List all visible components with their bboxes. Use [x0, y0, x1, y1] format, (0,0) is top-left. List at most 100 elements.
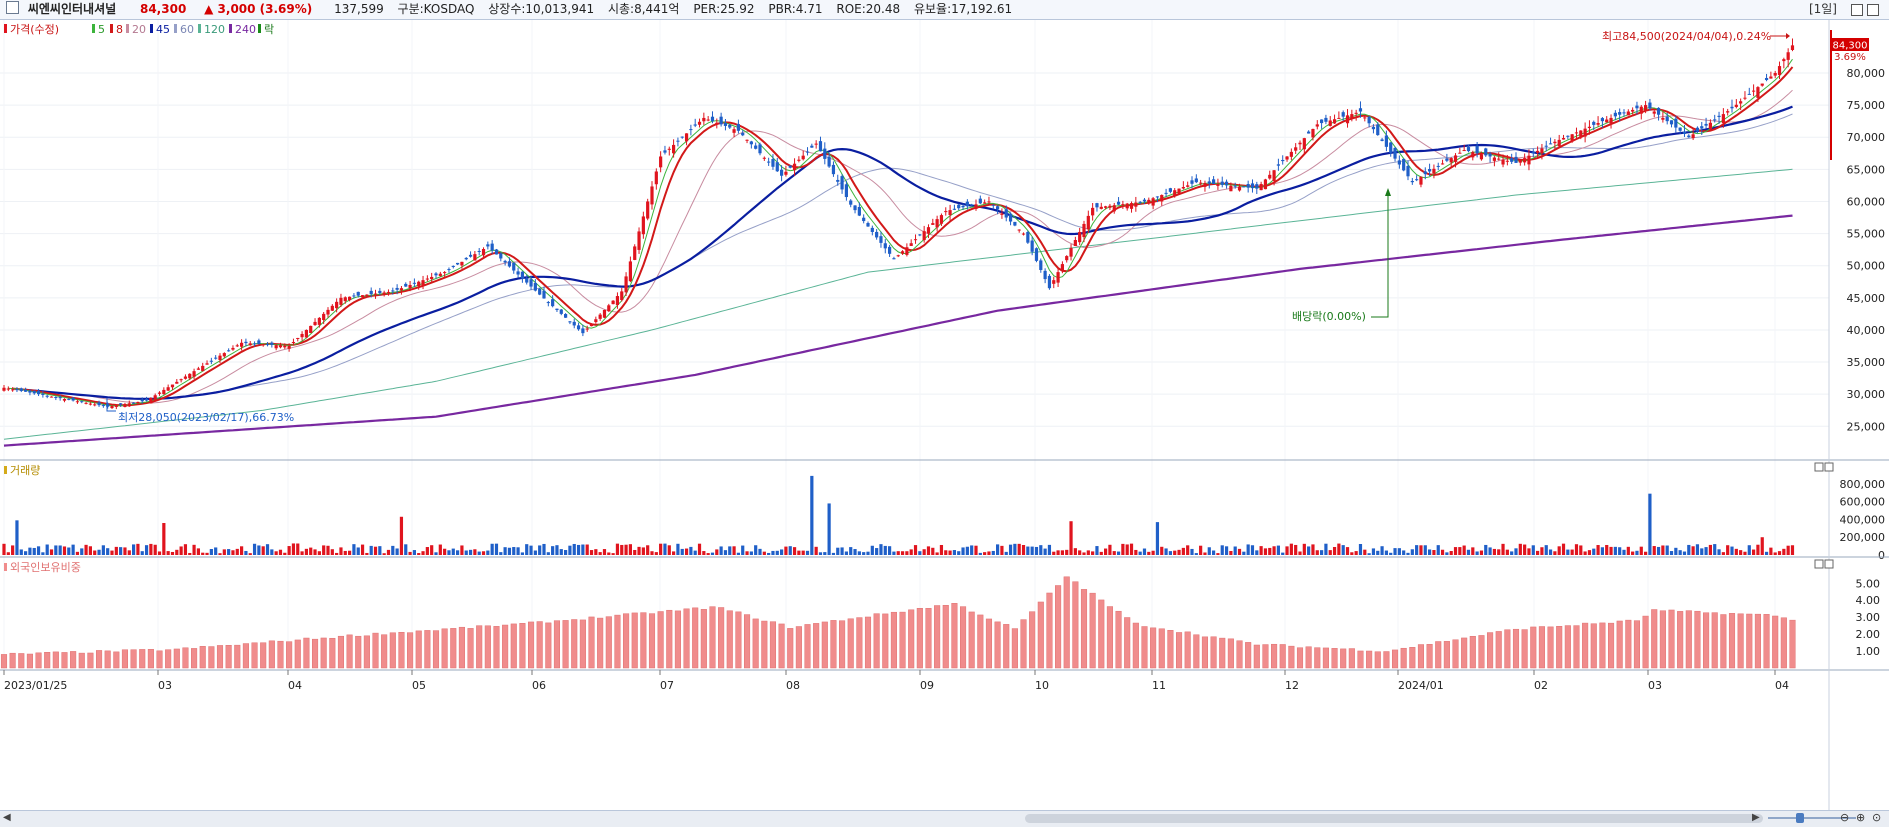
- volume-bar: [1389, 552, 1393, 555]
- foreign-bar: [139, 649, 146, 669]
- candle-body: [1613, 112, 1617, 117]
- candle-body: [1682, 131, 1687, 134]
- volume-bar: [810, 475, 814, 555]
- foreign-bar: [381, 634, 388, 669]
- volume-bar: [1116, 551, 1121, 555]
- zoom-reset-icon[interactable]: ⊙: [1872, 811, 1881, 824]
- candle-body: [1497, 158, 1501, 160]
- zoom-knob[interactable]: [1796, 813, 1804, 823]
- volume-bar: [996, 544, 1000, 555]
- candle-body: [1752, 90, 1756, 92]
- scroll-left-icon[interactable]: ◀: [3, 812, 11, 823]
- zoom-in-icon[interactable]: ⊕: [1856, 811, 1865, 824]
- volume-bar: [1246, 544, 1250, 555]
- volume-bar: [1047, 544, 1052, 555]
- x-axis: 2023/01/25 03 04 05 06 07 08 09 10 11 12 2024/01 02 0…: [3, 670, 1789, 692]
- candle-body: [421, 280, 425, 286]
- volume-bar: [507, 547, 512, 555]
- candle-body: [732, 129, 736, 133]
- candle-body: [1462, 150, 1466, 152]
- volume-bar: [1756, 544, 1760, 555]
- candle-body: [1618, 112, 1622, 115]
- candle-body: [1678, 127, 1682, 131]
- timeframe-selector[interactable]: [1일]: [1809, 0, 1837, 19]
- candle-body: [265, 344, 270, 346]
- candle-body: [1194, 178, 1198, 183]
- scroll-right-icon[interactable]: ▶: [1752, 812, 1760, 823]
- chart-scrollbar[interactable]: ◀ ▶ ⊖ ⊕ ⊙: [0, 810, 1889, 827]
- volume-bar: [382, 553, 386, 555]
- volume-bar: [935, 552, 939, 555]
- volume-pane-minimize-icon[interactable]: [1814, 462, 1824, 472]
- volume-bar: [659, 543, 663, 555]
- candle-body: [1428, 169, 1432, 172]
- candle-body: [157, 392, 162, 394]
- foreign-pane-close-icon[interactable]: [1824, 559, 1834, 569]
- candle-body: [1717, 115, 1721, 117]
- foreign-bar: [977, 614, 984, 669]
- candle-body: [499, 253, 503, 259]
- price-tick-label: 55,000: [1847, 228, 1886, 241]
- candle-body: [1017, 229, 1021, 231]
- volume-bar: [304, 548, 308, 555]
- volume-bar: [19, 549, 23, 555]
- volume-bar: [11, 545, 15, 555]
- candle-body: [1544, 145, 1548, 147]
- foreign-bar: [35, 652, 42, 669]
- foreign-bar: [1193, 634, 1200, 669]
- candle-body: [274, 345, 278, 349]
- volume-bar: [54, 545, 58, 555]
- volume-bar: [1086, 550, 1090, 555]
- price-change: ▲ 3,000 (3.69%): [204, 2, 313, 16]
- candle-body: [1786, 52, 1790, 60]
- legend-ma45-swatch: [150, 24, 153, 33]
- foreign-bar: [78, 652, 85, 669]
- foreign-bar: [294, 639, 301, 669]
- foreign-bar: [1210, 636, 1217, 669]
- volume-bar: [1008, 544, 1013, 555]
- volume-bar: [348, 550, 352, 555]
- volume-legend-swatch: [4, 466, 7, 474]
- volume-bar: [28, 547, 32, 555]
- volume-pane-close-icon[interactable]: [1824, 462, 1834, 472]
- volume-bar: [1112, 551, 1116, 555]
- candle-body: [710, 116, 715, 122]
- volume-bar: [1566, 549, 1570, 555]
- candle-body: [1281, 159, 1285, 162]
- volume-bar: [1631, 551, 1635, 555]
- candle-body: [689, 129, 693, 131]
- volume-bar: [1056, 550, 1060, 555]
- candle-body: [1255, 184, 1259, 189]
- volume-bar: [1073, 548, 1077, 555]
- candle-body: [11, 389, 15, 391]
- window-menu-icon[interactable]: [6, 1, 19, 14]
- volume-bar: [296, 543, 300, 555]
- volume-bar: [1207, 547, 1211, 555]
- candle-body: [127, 403, 131, 407]
- stock-chart[interactable]: 80,000 75,000 70,000 65,000 60,000 55,000 50,0…: [0, 20, 1889, 810]
- foreign-bar: [1582, 622, 1589, 669]
- scroll-thumb[interactable]: [1025, 814, 1763, 823]
- volume-bar: [1026, 546, 1030, 555]
- volume-bar: [849, 547, 853, 555]
- foreign-bar: [432, 630, 440, 669]
- candle-body: [784, 171, 788, 175]
- close-icon[interactable]: [1867, 4, 1879, 16]
- candle-body: [123, 403, 127, 407]
- volume-bar: [797, 550, 801, 555]
- candle-body: [1423, 171, 1427, 175]
- candle-body: [1220, 181, 1224, 185]
- last-change-label: 3.69%: [1834, 52, 1866, 63]
- volume-bar: [1151, 550, 1155, 555]
- zoom-out-icon[interactable]: ⊖: [1840, 811, 1849, 824]
- foreign-bar: [44, 652, 51, 669]
- volume-bar: [252, 543, 257, 555]
- foreign-tick-label: 2.00: [1856, 628, 1881, 641]
- volume-bar: [399, 516, 404, 555]
- stock-name[interactable]: 씨엔씨인터내셔널: [28, 0, 116, 19]
- minimize-icon[interactable]: [1851, 4, 1863, 16]
- volume-bar: [1134, 549, 1138, 555]
- current-price: 84,300: [139, 2, 187, 16]
- foreign-pane-minimize-icon[interactable]: [1814, 559, 1824, 569]
- volume-bar: [373, 546, 378, 555]
